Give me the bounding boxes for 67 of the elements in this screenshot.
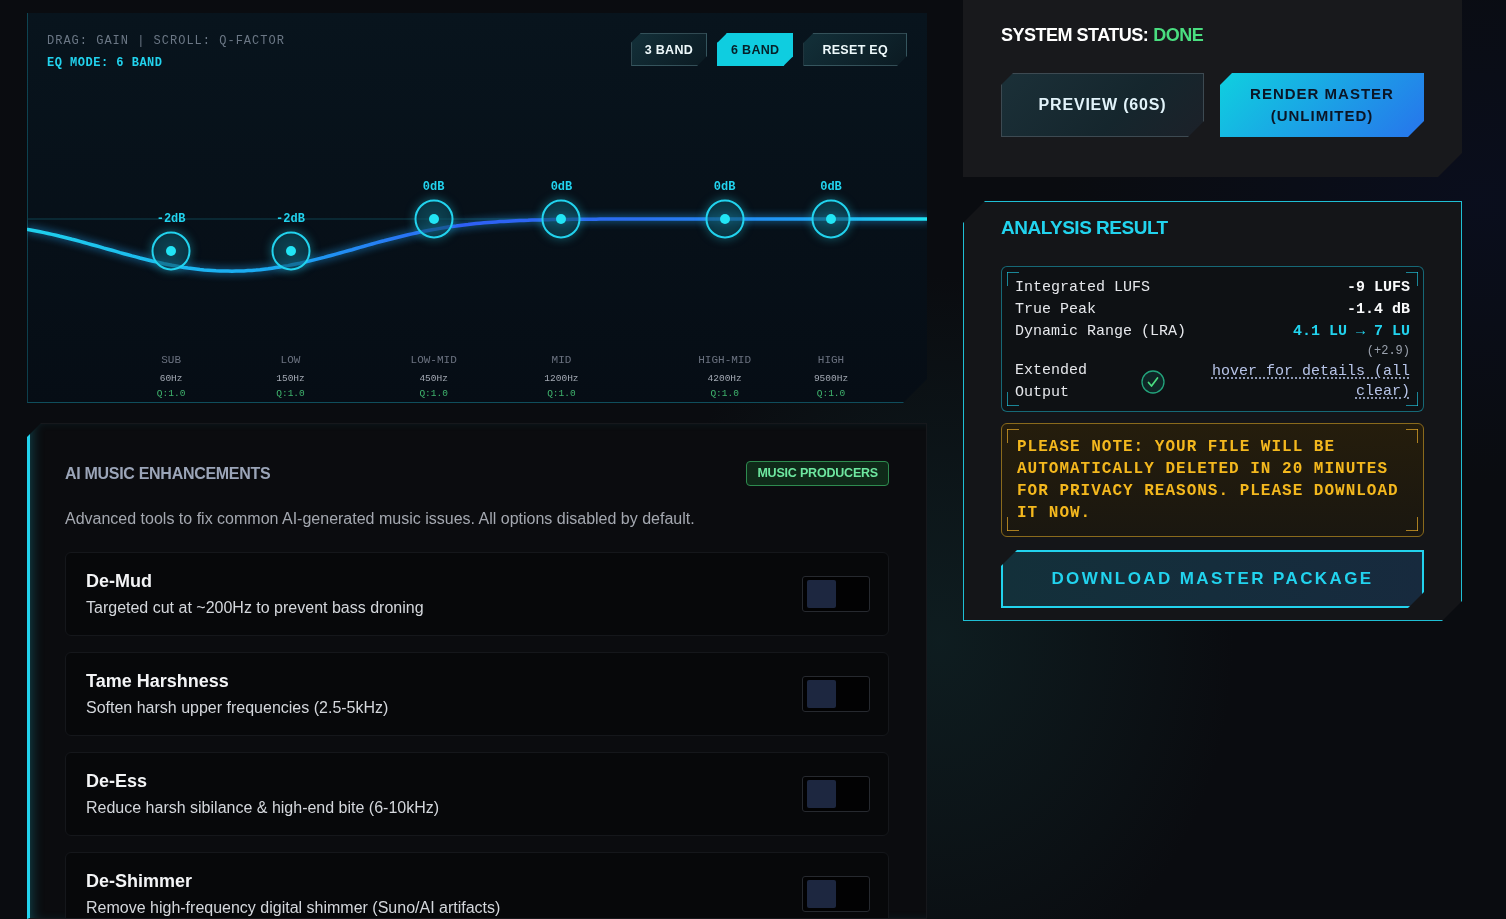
audience-badge: MUSIC PRODUCERS <box>746 461 889 486</box>
toggle-switch[interactable] <box>802 676 870 712</box>
gain-label: 0dB <box>550 180 573 194</box>
option-description: Remove high-frequency digital shimmer (Suno/AI artifacts) <box>86 898 501 918</box>
render-button[interactable]: RENDER MASTER (UNLIMITED) <box>1220 73 1424 137</box>
details-link[interactable]: hover for details (all clear) <box>1205 362 1410 402</box>
metric-value: -9 LUFS <box>1347 278 1410 298</box>
check-circle-icon <box>1141 370 1165 394</box>
reset-eq-button[interactable]: RESET EQ <box>803 33 907 66</box>
section-description: Advanced tools to fix common AI-generated music issues. All options disabled by default. <box>65 509 696 529</box>
band-name: HIGH <box>817 353 845 367</box>
eq-band-handle[interactable] <box>811 199 851 239</box>
metric-label: True Peak <box>1015 300 1096 320</box>
band-name: MID <box>551 353 572 367</box>
band-frequency: 9500Hz <box>813 373 849 385</box>
band-q-value: Q:1.0 <box>816 388 846 400</box>
metric-label: Dynamic Range (LRA) <box>1015 322 1187 342</box>
toggle-switch[interactable] <box>802 876 870 912</box>
analysis-title: ANALYSIS RESULT <box>1001 216 1169 240</box>
option-title: De-Ess <box>86 770 149 792</box>
band-frequency: 450Hz <box>419 373 448 385</box>
download-button[interactable]: DOWNLOAD MASTER PACKAGE <box>1001 550 1424 608</box>
eq-mode-label: EQ MODE: 6 BAND <box>47 55 164 71</box>
metric-value: -1.4 dB <box>1347 300 1410 320</box>
status-value: DONE <box>1153 24 1204 46</box>
band-name: LOW-MID <box>410 353 457 367</box>
band-q-value: Q:1.0 <box>419 388 448 400</box>
band-q-value: Q:1.0 <box>547 388 576 400</box>
eq-band-handle[interactable] <box>541 199 582 239</box>
band-name: SUB <box>161 353 181 367</box>
eq-band-handle[interactable] <box>704 199 745 239</box>
gain-label: -2dB <box>156 212 186 226</box>
band-name: HIGH-MID <box>698 353 752 367</box>
option-title: De-Mud <box>86 570 153 592</box>
band-frequency: 60Hz <box>159 373 183 385</box>
option-description: Reduce harsh sibilance & high-end bite (6-10kHz) <box>86 798 440 818</box>
status-label: SYSTEM STATUS: <box>1001 24 1149 46</box>
band-frequency: 1200Hz <box>544 373 579 385</box>
option-title: De-Shimmer <box>86 870 194 892</box>
toggle-switch[interactable] <box>802 576 870 612</box>
metric-label: Extended Output <box>1015 361 1088 403</box>
band-q-value: Q:1.0 <box>276 388 305 400</box>
band-q-value: Q:1.0 <box>710 388 739 400</box>
metric-label: Integrated LUFS <box>1015 278 1151 298</box>
section-title: AI MUSIC ENHANCEMENTS <box>65 463 271 484</box>
preview-button[interactable]: PREVIEW (60S) <box>1001 73 1204 137</box>
option-title: Tame Harshness <box>86 670 230 692</box>
eq-band-handle[interactable] <box>151 231 192 271</box>
metric-change-note: (+2.9) <box>1366 344 1410 358</box>
eq-hint: DRAG: GAIN | SCROLL: Q-FACTOR <box>47 33 285 49</box>
option-description: Soften harsh upper frequencies (2.5-5kHz) <box>86 698 389 718</box>
option-description: Targeted cut at ~200Hz to prevent bass droning <box>86 598 424 618</box>
band-mode-button[interactable]: 6 BAND <box>717 33 794 66</box>
metric-value: 4.1 LU → 7 LU <box>1292 322 1410 342</box>
band-frequency: 4200Hz <box>707 373 742 385</box>
band-q-value: Q:1.0 <box>156 388 186 400</box>
gain-label: 0dB <box>713 180 736 194</box>
eq-band-handle[interactable] <box>270 231 311 271</box>
eq-band-handle[interactable] <box>413 199 454 239</box>
gain-label: -2dB <box>276 212 305 226</box>
band-frequency: 150Hz <box>276 373 305 385</box>
band-name: LOW <box>280 353 301 367</box>
gain-label: 0dB <box>422 180 445 194</box>
gain-label: 0dB <box>820 180 842 194</box>
band-mode-button[interactable]: 3 BAND <box>630 33 708 66</box>
deletion-warning: PLEASE NOTE: YOUR FILE WILL BE AUTOMATICALLY DELETED IN 20 MINUTES FOR PRIVACY REASONS. PLEASE DOWNLOAD IT NOW. <box>1001 423 1424 537</box>
toggle-switch[interactable] <box>802 776 870 812</box>
